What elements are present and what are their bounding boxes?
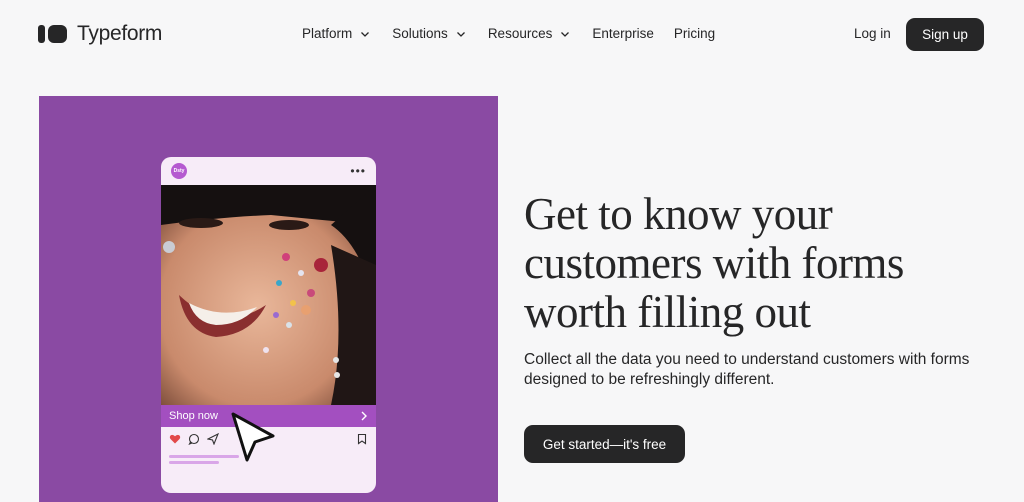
nav-item-label: Platform bbox=[302, 26, 353, 41]
nav-item-enterprise[interactable]: Enterprise bbox=[592, 26, 654, 41]
hero-subtext: Collect all the data you need to underst… bbox=[524, 351, 970, 388]
main-menu: Platform Solutions Resources Enterprise … bbox=[302, 26, 735, 41]
chevron-down-icon bbox=[561, 31, 570, 37]
shop-now-label: Shop now bbox=[169, 410, 218, 422]
signup-button[interactable]: Sign up bbox=[906, 18, 984, 51]
hero-headline: Get to know your customers with forms wo… bbox=[524, 189, 904, 337]
more-options-icon: ••• bbox=[350, 164, 366, 178]
chevron-down-icon bbox=[456, 31, 465, 37]
comment-icon bbox=[188, 433, 200, 445]
login-link[interactable]: Log in bbox=[854, 26, 891, 41]
post-header: Dsty ••• bbox=[161, 157, 376, 185]
nav-item-platform[interactable]: Platform bbox=[302, 26, 370, 41]
nav-item-label: Solutions bbox=[392, 26, 448, 41]
nav-item-label: Resources bbox=[487, 26, 553, 41]
nav-item-label: Pricing bbox=[673, 26, 716, 41]
progress-line bbox=[169, 461, 219, 464]
top-nav: Typeform Platform Solutions Resources En… bbox=[0, 0, 1024, 68]
brand-name: Typeform bbox=[77, 22, 163, 45]
chevron-right-icon bbox=[361, 411, 367, 421]
get-started-button[interactable]: Get started—it's free bbox=[524, 425, 685, 463]
nav-item-solutions[interactable]: Solutions bbox=[392, 26, 466, 41]
nav-item-label: Enterprise bbox=[592, 26, 654, 41]
hero-media-panel: Dsty ••• Shop now bbox=[39, 96, 498, 502]
nav-item-pricing[interactable]: Pricing bbox=[674, 26, 715, 41]
send-icon bbox=[207, 433, 219, 445]
typeform-logo-icon bbox=[38, 25, 67, 43]
heart-icon bbox=[169, 434, 181, 444]
product-photo bbox=[161, 185, 376, 405]
chevron-down-icon bbox=[361, 31, 370, 37]
face-photo-illustration bbox=[161, 185, 376, 405]
avatar: Dsty bbox=[171, 163, 187, 179]
typeform-logo[interactable]: Typeform bbox=[38, 22, 162, 46]
mouse-pointer-icon bbox=[231, 412, 275, 462]
nav-item-resources[interactable]: Resources bbox=[488, 26, 571, 41]
bookmark-icon bbox=[357, 433, 367, 445]
